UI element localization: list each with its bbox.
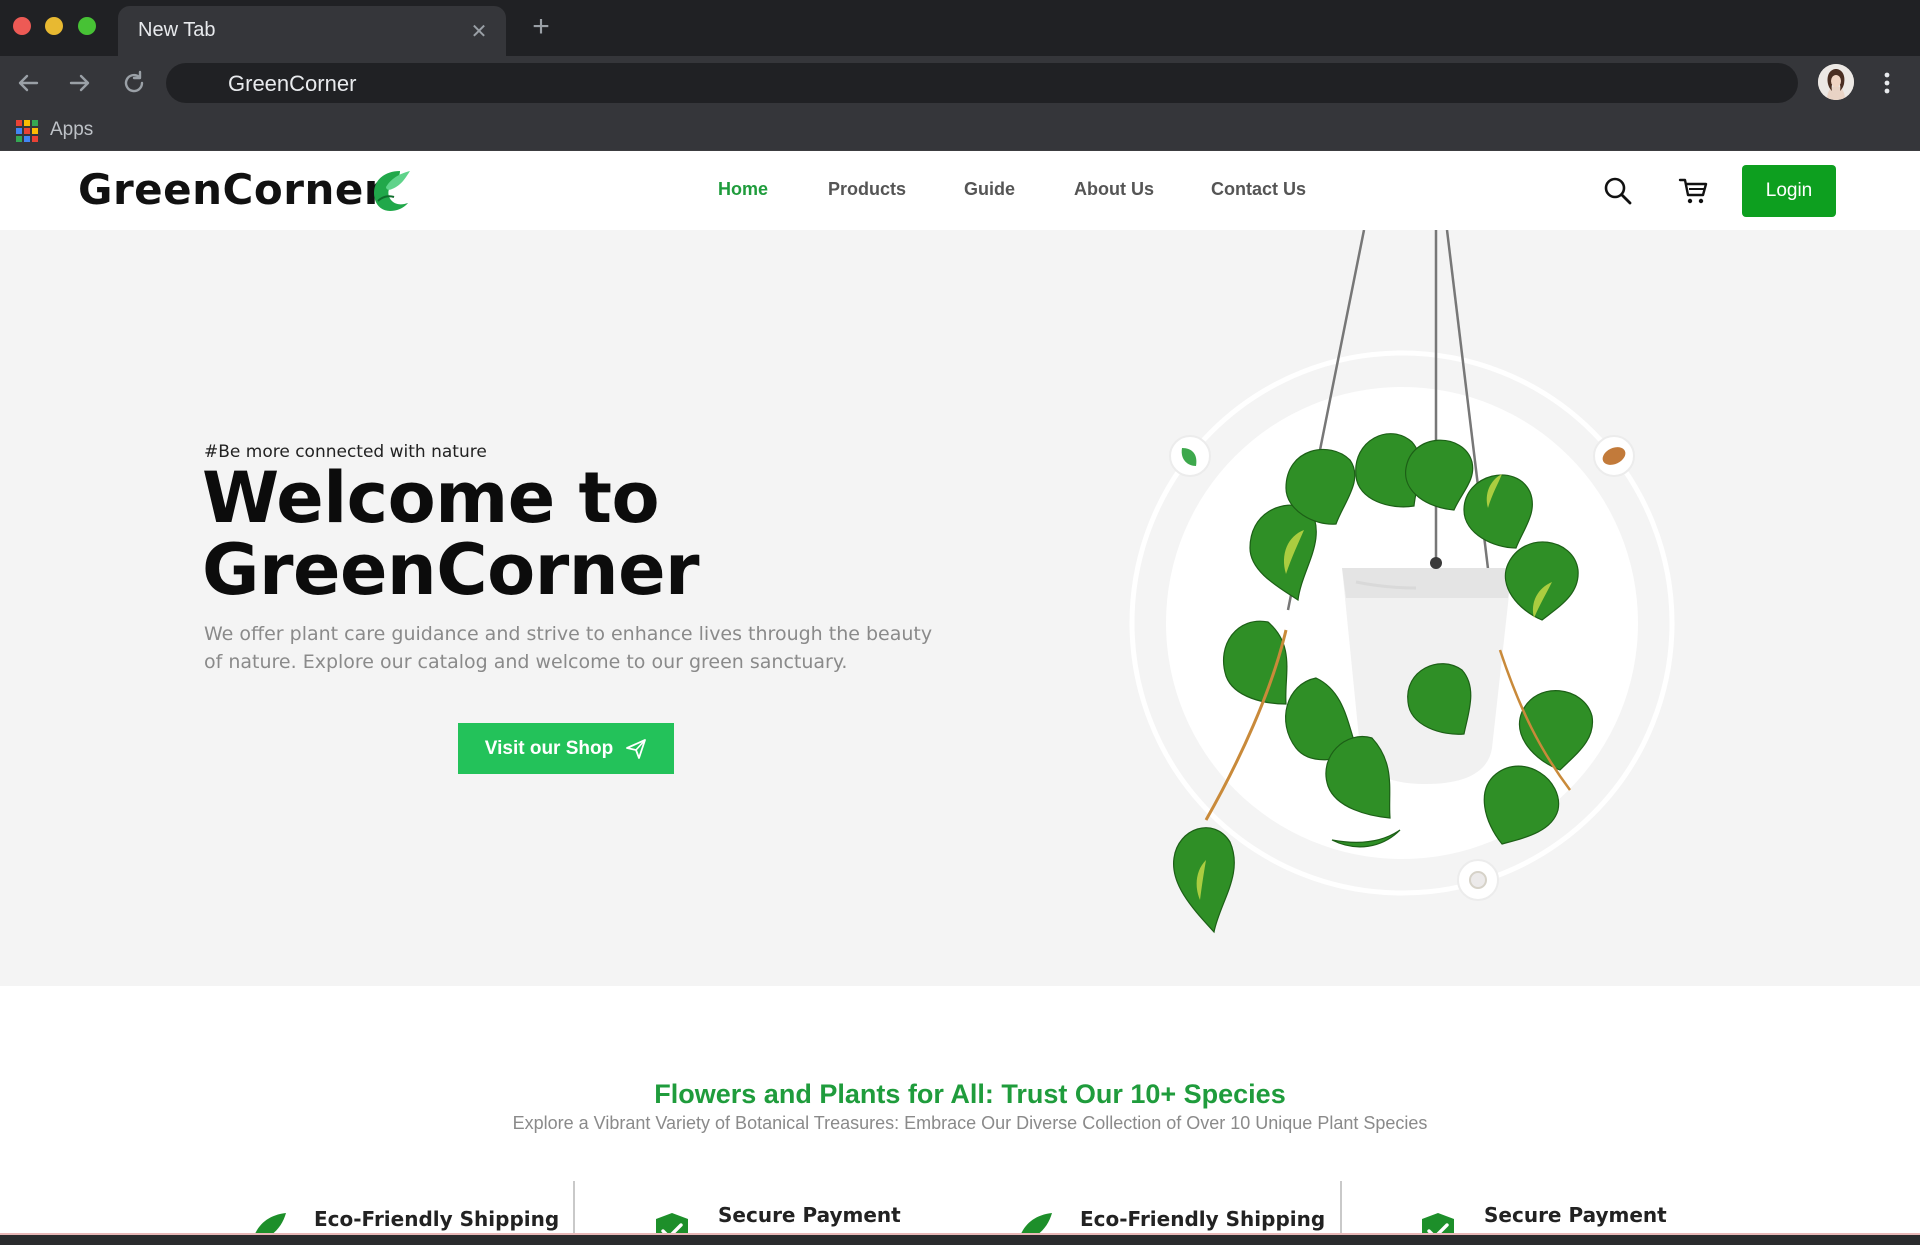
window-close-dot[interactable] [13,17,31,35]
nav-guide[interactable]: Guide [964,179,1015,200]
feature-label: Secure Payment [718,1203,901,1227]
cart-icon[interactable] [1678,175,1710,207]
feature-label: Eco-Friendly Shipping [314,1207,560,1231]
species-heading: Flowers and Plants for All: Trust Our 10… [654,1079,1286,1109]
apps-grid-icon[interactable] [16,120,38,142]
address-text[interactable]: GreenCorner [228,71,356,97]
back-arrow-icon[interactable] [12,67,44,99]
reload-icon[interactable] [118,67,150,99]
nav-contact-us[interactable]: Contact Us [1211,179,1306,200]
species-subheading: Explore a Vibrant Variety of Botanical T… [512,1113,1428,1133]
shield-check-icon [656,1213,688,1235]
hero-description: We offer plant care guidance and strive … [204,623,933,673]
send-plane-icon [626,738,647,759]
window-bottom-edge [0,1233,1920,1245]
hero-section: #Be more connected with nature Welcome t… [0,230,1920,986]
feature-divider [573,1181,575,1235]
brand-logo-text[interactable]: GreenCorner [78,165,385,214]
address-bar[interactable]: GreenCorner [166,63,1798,103]
shield-check-icon [1422,1213,1454,1235]
nav-about-us[interactable]: About Us [1074,179,1154,200]
profile-avatar[interactable] [1818,64,1854,100]
leaf-icon [1020,1213,1052,1235]
hanging-plant-illustration [1129,230,1675,934]
hero-title: Welcome to GreenCorner [202,462,700,606]
hero-title-line-1: Welcome to [202,457,660,539]
tab-title: New Tab [138,19,216,41]
leaf-logo-icon [374,171,410,211]
apps-bookmark-label[interactable]: Apps [50,119,93,141]
window-maximize-dot[interactable] [78,17,96,35]
forward-arrow-icon[interactable] [64,67,96,99]
visit-shop-button[interactable]: Visit our Shop [458,723,674,774]
feature-label: Eco-Friendly Shipping [1080,1207,1326,1231]
visit-shop-label: Visit our Shop [484,737,614,759]
search-icon[interactable] [1602,175,1634,207]
avatar-icon [1818,64,1854,100]
site-header: GreenCorner Home Products Guide About Us… [0,151,1920,230]
menu-dots-icon[interactable] [1872,68,1902,98]
web-page: GreenCorner Home Products Guide About Us… [0,151,1920,1235]
hero-title-line-2: GreenCorner [202,529,700,611]
close-icon[interactable]: ✕ [468,20,490,42]
browser-tab-strip: New Tab ✕ + [0,0,1920,56]
bookmarks-bar: Apps [0,110,1920,151]
nav-home[interactable]: Home [718,179,768,200]
browser-toolbar: GreenCorner [0,56,1920,110]
leaf-icon [254,1213,286,1235]
plus-icon[interactable]: + [526,12,556,42]
nav-products[interactable]: Products [828,179,906,200]
feature-divider [1340,1181,1342,1235]
window-minimize-dot[interactable] [45,17,63,35]
feature-label: Secure Payment [1484,1203,1667,1227]
browser-tab[interactable]: New Tab ✕ [118,6,506,56]
login-button[interactable]: Login [1742,165,1836,217]
